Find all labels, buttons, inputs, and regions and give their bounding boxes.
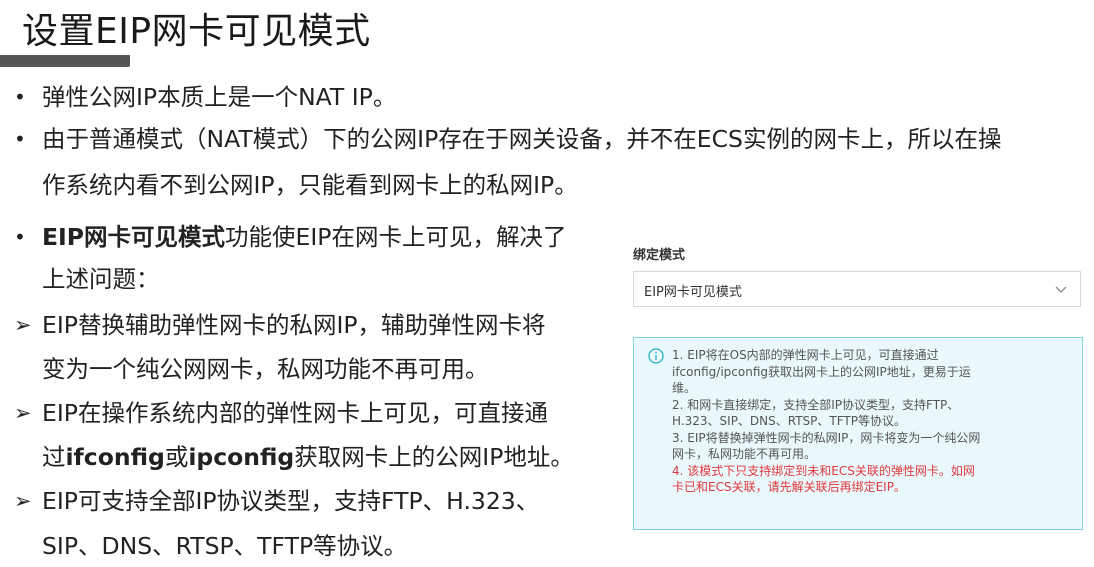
bullet-dot: • xyxy=(14,225,26,249)
arrow-bullet-icon: ➢ xyxy=(14,401,32,425)
arrow-text-2-line1: EIP在操作系统内部的弹性网卡上可见，可直接通 xyxy=(42,399,548,427)
arrow-text-1-line1: EIP替换辅助弹性网卡的私网IP，辅助弹性网卡将 xyxy=(42,311,546,339)
cutoff-text-fragment xyxy=(645,537,725,543)
bullet-dot: • xyxy=(14,127,26,151)
bullet-text-3-rest: 功能使EIP在网卡上可见，解决了 xyxy=(225,223,567,251)
info-notice-box: 1. EIP将在OS内部的弹性网卡上可见，可直接通过 ifconfig/ipco… xyxy=(633,337,1083,530)
notice-line: 网卡，私网功能不再可用。 xyxy=(672,447,817,461)
binding-mode-label: 绑定模式 xyxy=(633,248,686,263)
arrow-text-1-line2: 变为一个纯公网网卡，私网功能不再可用。 xyxy=(42,355,489,383)
notice-line: 2. 和网卡直接绑定，支持全部IP协议类型，支持FTP、 xyxy=(672,397,960,412)
binding-mode-select-value: EIP网卡可见模式 xyxy=(644,285,742,300)
notice-line: H.323、SIP、DNS、RTSP、TFTP等协议。 xyxy=(672,414,906,428)
notice-text: 1. EIP将在OS内部的弹性网卡上可见，可直接通过 ifconfig/ipco… xyxy=(672,347,1052,496)
notice-warning-line: 卡已和ECS关联，请先解关联后再绑定EIP。 xyxy=(672,480,906,494)
bullet-text-2-line2: 作系统内看不到公网IP，只能看到网卡上的私网IP。 xyxy=(42,171,578,199)
arrow-text-2-line2: 过ifconfig或ipconfig获取网卡上的公网IP地址。 xyxy=(42,442,574,472)
bullet-text-3-line1: EIP网卡可见模式功能使EIP在网卡上可见，解决了 xyxy=(42,222,566,252)
arrow-text-2-post: 获取网卡上的公网IP地址。 xyxy=(294,443,574,471)
chevron-down-icon[interactable] xyxy=(1054,282,1068,296)
bullet-text-1: 弹性公网IP本质上是一个NAT IP。 xyxy=(42,83,397,111)
bullet-text-2-line1: 由于普通模式（NAT模式）下的公网IP存在于网关设备，并不在ECS实例的网卡上，… xyxy=(42,125,1002,153)
notice-line: 1. EIP将在OS内部的弹性网卡上可见，可直接通过 xyxy=(672,348,939,362)
arrow-text-2-bold2: ipconfig xyxy=(188,443,295,471)
arrow-text-2-bold1: ifconfig xyxy=(65,443,165,471)
title-underline-bar xyxy=(0,55,130,67)
bullet-dot: • xyxy=(14,85,26,109)
page-title: 设置EIP网卡可见模式 xyxy=(22,11,371,52)
arrow-text-2-pre: 过 xyxy=(42,443,66,471)
arrow-text-3-line2: SIP、DNS、RTSP、TFTP等协议。 xyxy=(42,532,408,560)
notice-line: 3. EIP将替换掉弹性网卡的私网IP，网卡将变为一个纯公网 xyxy=(672,430,981,445)
bullet-text-3-line2: 上述问题： xyxy=(42,265,160,293)
arrow-bullet-icon: ➢ xyxy=(14,489,32,513)
notice-line: 维。 xyxy=(672,381,697,395)
bullet-text-3-bold: EIP网卡可见模式 xyxy=(42,223,226,251)
notice-line: ifconfig/ipconfig获取出网卡上的公网IP地址，更易于运 xyxy=(672,364,971,379)
arrow-text-3-line1: EIP可支持全部IP协议类型，支持FTP、H.323、 xyxy=(42,487,540,515)
arrow-bullet-icon: ➢ xyxy=(14,313,32,337)
notice-warning-line: 4. 该模式下只支持绑定到未和ECS关联的弹性网卡。如网 xyxy=(672,463,975,478)
info-icon xyxy=(648,348,664,364)
arrow-text-2-mid: 或 xyxy=(164,443,189,471)
binding-mode-select[interactable]: EIP网卡可见模式 xyxy=(633,271,1081,307)
